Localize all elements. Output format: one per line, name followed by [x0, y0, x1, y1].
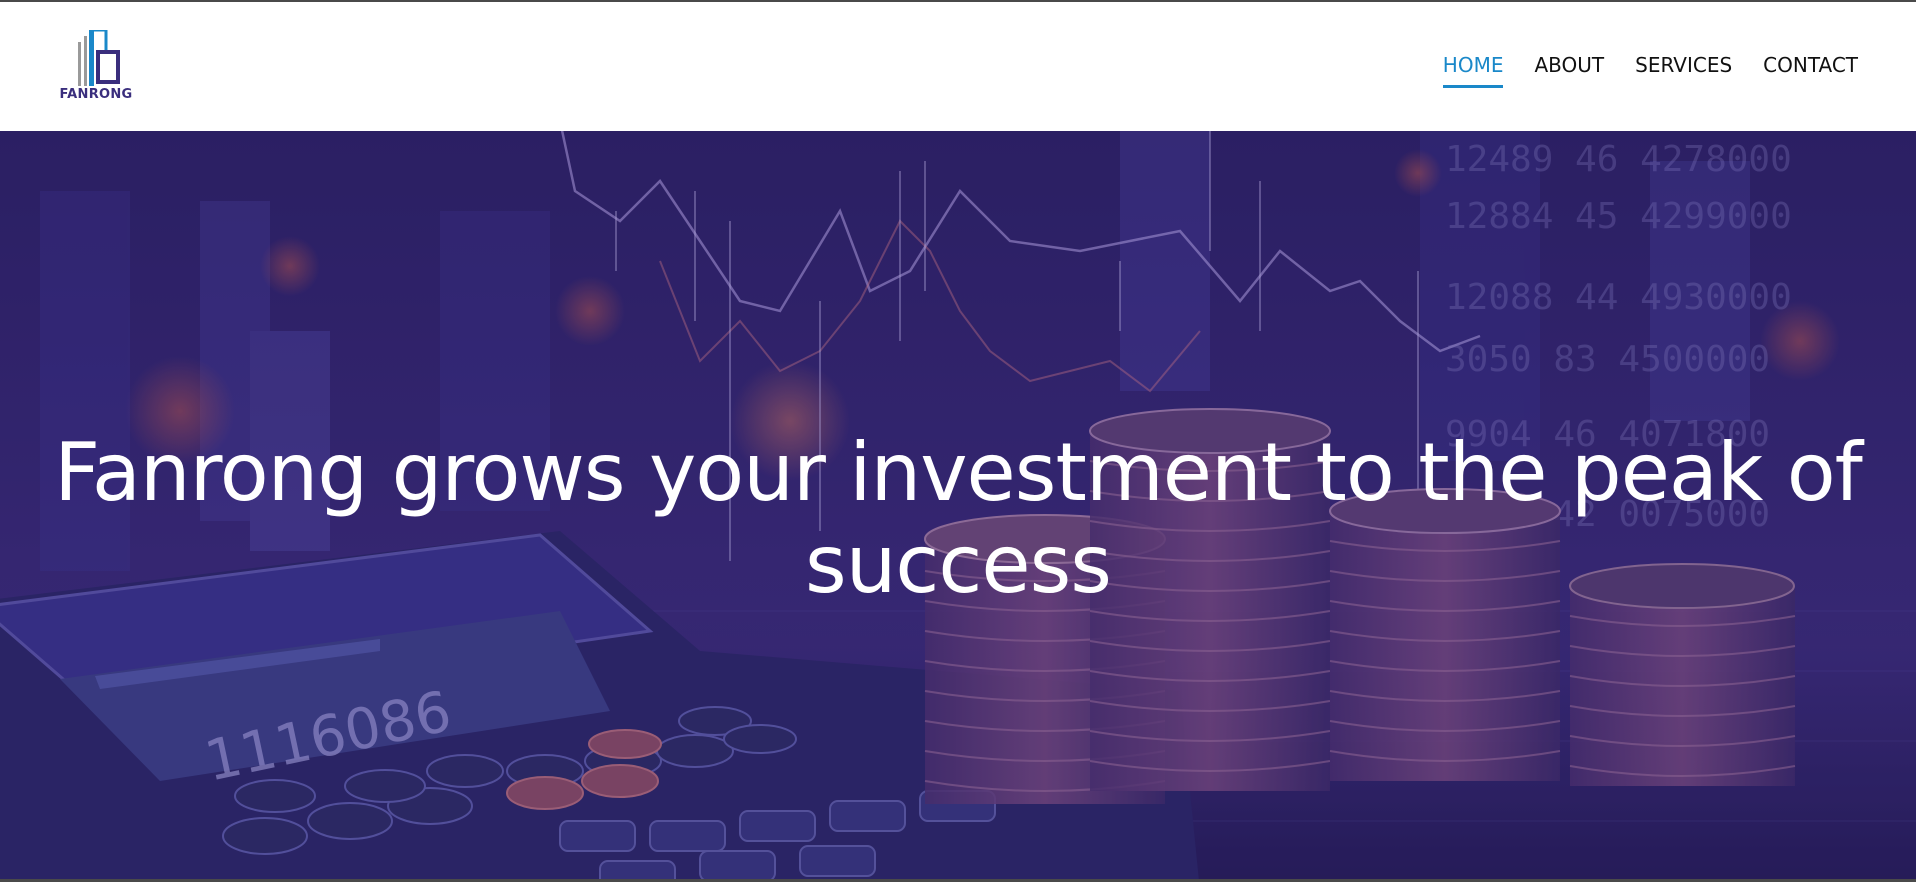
- hero-headline: Fanrong grows your investment to the pea…: [54, 426, 1863, 611]
- nav-home[interactable]: HOME: [1442, 50, 1504, 88]
- building-logo-icon: [78, 30, 120, 86]
- nav-services[interactable]: SERVICES: [1635, 50, 1732, 88]
- brand-name: FANRONG: [59, 87, 133, 102]
- nav-about[interactable]: ABOUT: [1534, 50, 1604, 88]
- site-header: FANRONG HOME ABOUT SERVICES CONTACT: [0, 2, 1916, 131]
- nav-contact[interactable]: CONTACT: [1763, 50, 1858, 88]
- hero-banner: 12489 46 4278000 12884 45 4299000 12088 …: [0, 131, 1916, 879]
- brand-logo[interactable]: FANRONG: [52, 30, 142, 108]
- main-nav: HOME ABOUT SERVICES CONTACT: [1442, 50, 1858, 90]
